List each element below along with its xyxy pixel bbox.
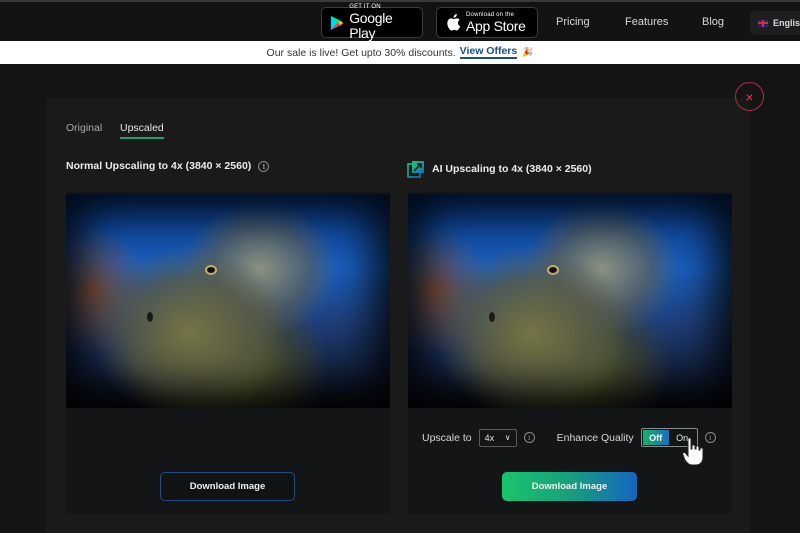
- enhance-quality-label: Enhance Quality: [556, 431, 634, 444]
- top-navbar: GET IT ON Google Play Download on the Ap…: [0, 0, 800, 41]
- uk-flag-icon: [758, 19, 768, 27]
- ai-upscaling-title-text: AI Upscaling to 4x (3840 × 2560): [432, 163, 592, 175]
- upscale-factor-select[interactable]: 4x ∨: [478, 428, 517, 447]
- normal-upscale-panel: [66, 192, 390, 514]
- ai-controls: Upscale to 4x ∨ i Enhance Quality Off On…: [422, 428, 716, 447]
- download-ai-button[interactable]: Download Image: [502, 472, 637, 501]
- google-play-button[interactable]: GET IT ON Google Play: [321, 4, 423, 41]
- apple-icon: [447, 14, 461, 31]
- toggle-off-option[interactable]: Off: [642, 430, 669, 445]
- download-normal-button[interactable]: Download Image: [160, 472, 295, 501]
- tab-upscaled[interactable]: Upscaled: [120, 122, 164, 139]
- google-play-big-text: Google Play: [349, 10, 393, 41]
- google-play-icon: [330, 15, 344, 30]
- language-label: English: [773, 18, 800, 28]
- ai-upscaling-title: AI Upscaling to 4x (3840 × 2560): [407, 160, 592, 178]
- sale-banner: Our sale is live! Get upto 30% discounts…: [0, 41, 800, 64]
- banner-text: Our sale is live! Get upto 30% discounts…: [266, 46, 456, 59]
- language-selector[interactable]: English: [750, 11, 800, 35]
- lizard-nostril: [147, 311, 153, 322]
- app-store-button[interactable]: Download on the App Store: [436, 7, 538, 38]
- enhance-info-icon[interactable]: i: [704, 432, 716, 443]
- lizard-eye: [547, 264, 560, 275]
- nav-pricing[interactable]: Pricing: [556, 16, 590, 28]
- party-popper-icon: 🎉: [522, 47, 534, 57]
- upscale-info-icon[interactable]: i: [523, 432, 535, 443]
- app-store-big-text: App Store: [466, 17, 526, 34]
- normal-upscaling-title: Normal Upscaling to 4x (3840 × 2560) i: [66, 160, 270, 172]
- close-button[interactable]: ×: [735, 82, 764, 111]
- hand-pointer-cursor-icon: [682, 437, 704, 466]
- close-icon: ×: [745, 88, 754, 105]
- upscale-factor-value: 4x: [484, 432, 495, 443]
- normal-upscaling-title-text: Normal Upscaling to 4x (3840 × 2560): [66, 160, 252, 172]
- lizard-nostril: [489, 311, 495, 322]
- ai-upscaled-image: [408, 194, 732, 408]
- chevron-down-icon: ∨: [504, 433, 511, 442]
- info-icon[interactable]: i: [258, 160, 270, 172]
- view-offers-link[interactable]: View Offers: [459, 46, 518, 59]
- tab-original[interactable]: Original: [66, 122, 102, 134]
- normal-upscaled-image: [66, 194, 390, 408]
- lizard-eye: [205, 264, 218, 275]
- nav-features[interactable]: Features: [625, 16, 668, 28]
- upscale-to-label: Upscale to: [422, 431, 472, 444]
- ai-upscale-icon: [407, 161, 424, 178]
- nav-blog[interactable]: Blog: [702, 16, 724, 28]
